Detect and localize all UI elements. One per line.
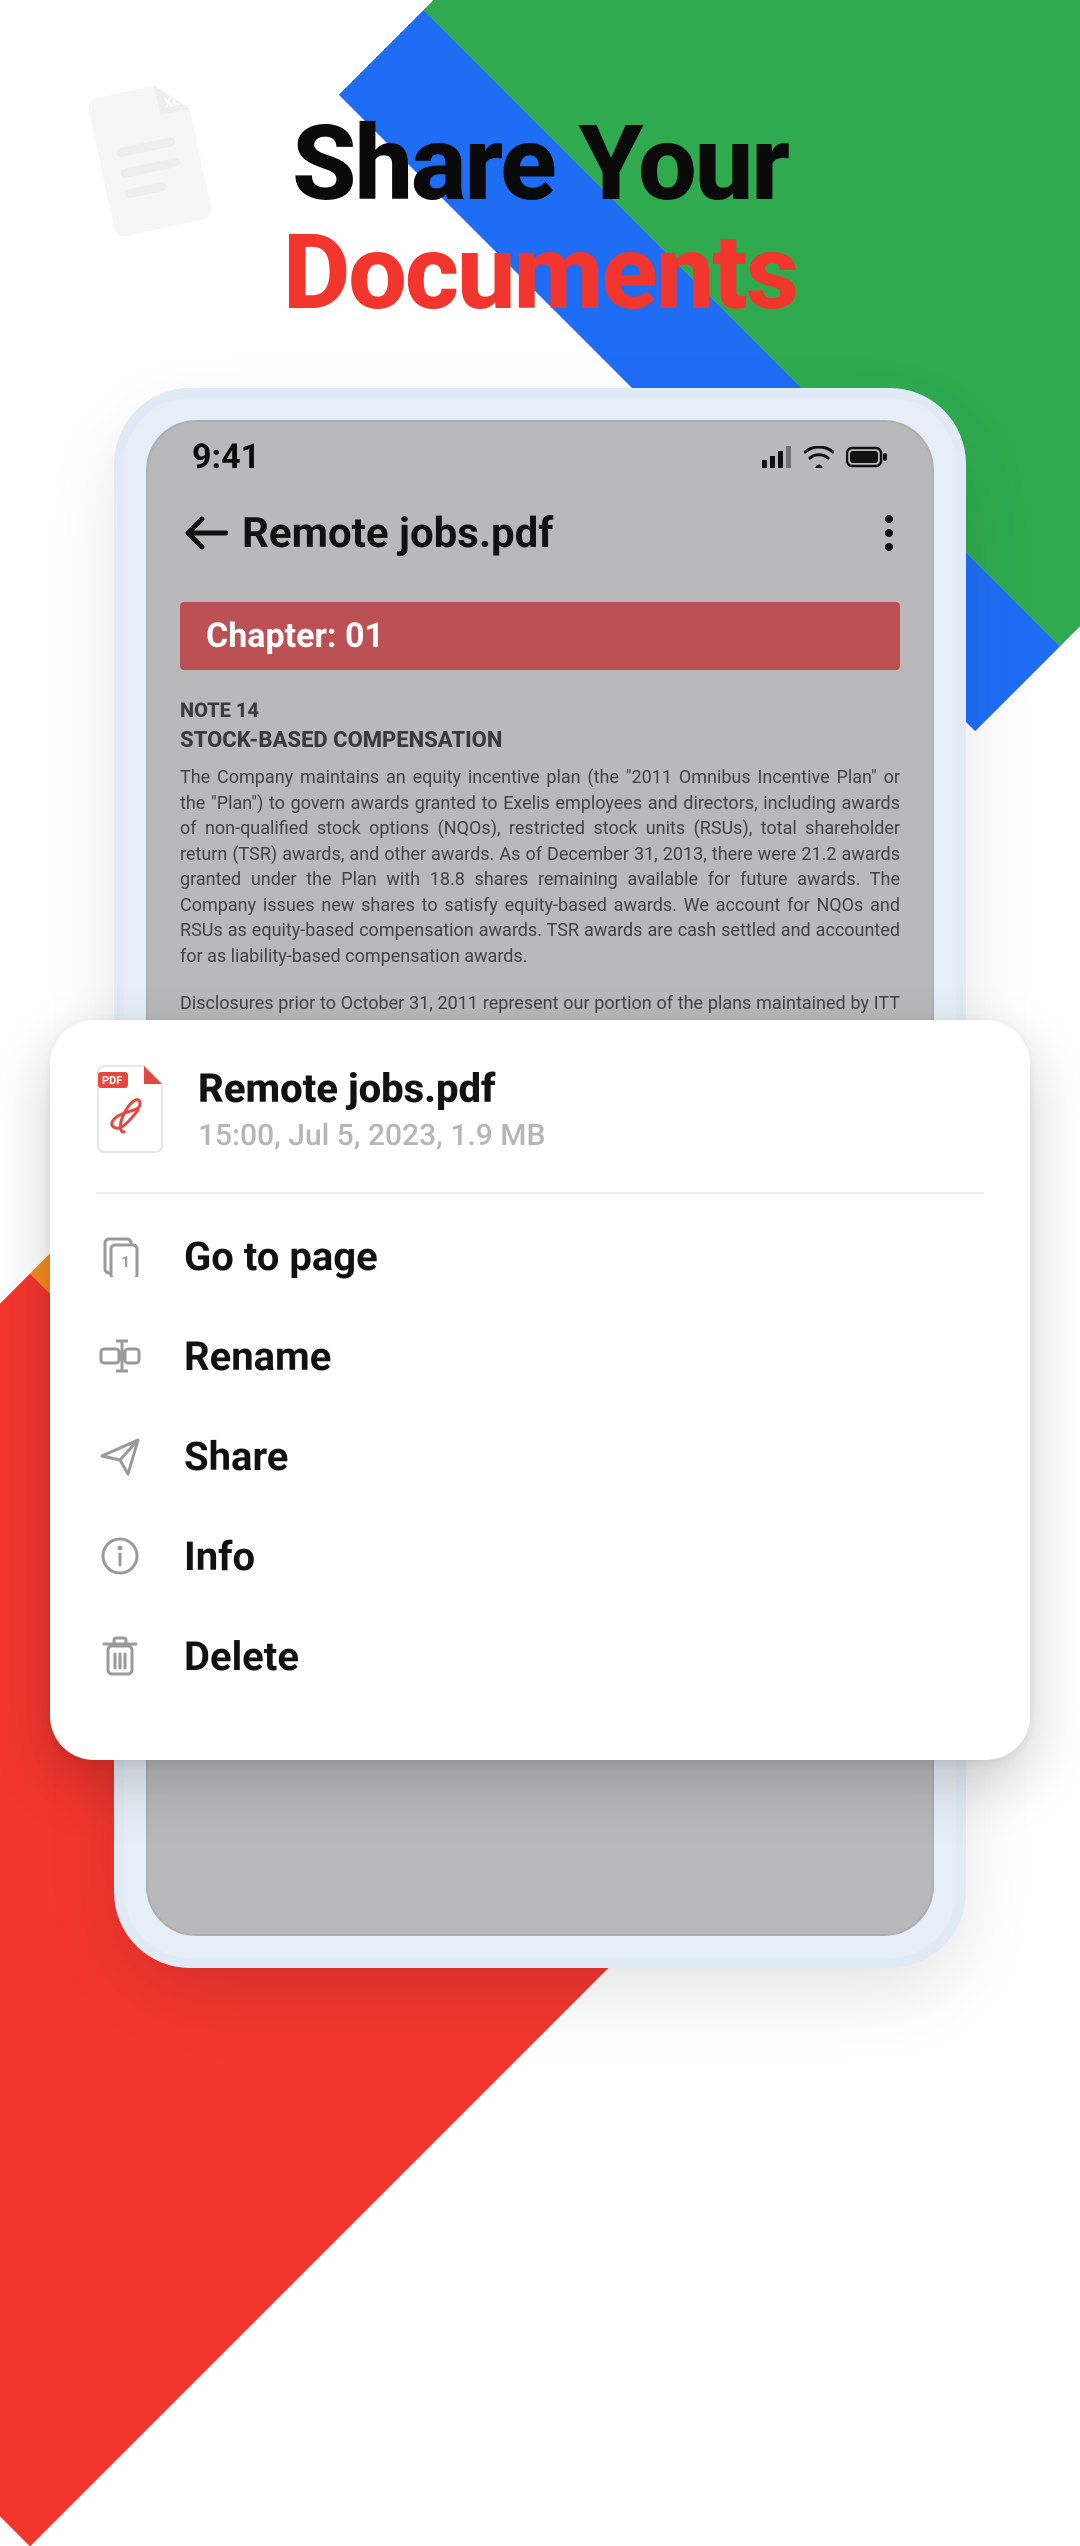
menu-delete[interactable]: Delete <box>96 1606 984 1706</box>
svg-text:PDF: PDF <box>102 1074 122 1087</box>
hero-line2: Documents <box>0 219 1080 328</box>
note-title: STOCK-BASED COMPENSATION <box>180 728 900 753</box>
note-label: NOTE 14 <box>180 698 900 722</box>
status-time: 9:41 <box>192 437 260 477</box>
pdf-file-icon: PDF <box>96 1064 168 1154</box>
chapter-badge: Chapter: 01 <box>180 602 900 670</box>
menu-go-to-page[interactable]: 1 Go to page <box>96 1206 984 1306</box>
sheet-menu: 1 Go to page Rename Share Info <box>96 1206 984 1706</box>
info-icon <box>96 1535 144 1577</box>
sheet-file-name: Remote jobs.pdf <box>198 1065 545 1112</box>
sheet-file-subtitle: 15:00, Jul 5, 2023, 1.9 MB <box>198 1118 545 1153</box>
action-sheet: PDF Remote jobs.pdf 15:00, Jul 5, 2023, … <box>50 1020 1030 1760</box>
share-icon <box>96 1434 144 1478</box>
menu-label-delete: Delete <box>184 1633 299 1680</box>
page-icon: 1 <box>96 1235 144 1277</box>
menu-share[interactable]: Share <box>96 1406 984 1506</box>
svg-text:1: 1 <box>121 1252 130 1271</box>
back-icon[interactable] <box>184 515 228 551</box>
menu-info[interactable]: Info <box>96 1506 984 1606</box>
battery-icon <box>846 446 888 468</box>
menu-label-goto: Go to page <box>184 1233 378 1280</box>
wifi-icon <box>804 446 834 468</box>
hero-headline: Share Your Documents <box>0 110 1080 328</box>
menu-label-info: Info <box>184 1533 255 1580</box>
menu-rename[interactable]: Rename <box>96 1306 984 1406</box>
more-vert-icon[interactable] <box>882 513 896 553</box>
app-bar: Remote jobs.pdf <box>146 494 934 572</box>
menu-label-rename: Rename <box>184 1333 331 1380</box>
trash-icon <box>96 1634 144 1678</box>
rename-icon <box>96 1335 144 1377</box>
menu-label-share: Share <box>184 1433 288 1480</box>
doc-paragraph-1: The Company maintains an equity incentiv… <box>180 765 900 969</box>
sheet-file-header: PDF Remote jobs.pdf 15:00, Jul 5, 2023, … <box>96 1064 984 1194</box>
status-bar: 9:41 <box>146 420 934 494</box>
cellular-icon <box>762 446 792 468</box>
appbar-title: Remote jobs.pdf <box>242 509 553 558</box>
hero-line1: Share Your <box>292 104 788 225</box>
